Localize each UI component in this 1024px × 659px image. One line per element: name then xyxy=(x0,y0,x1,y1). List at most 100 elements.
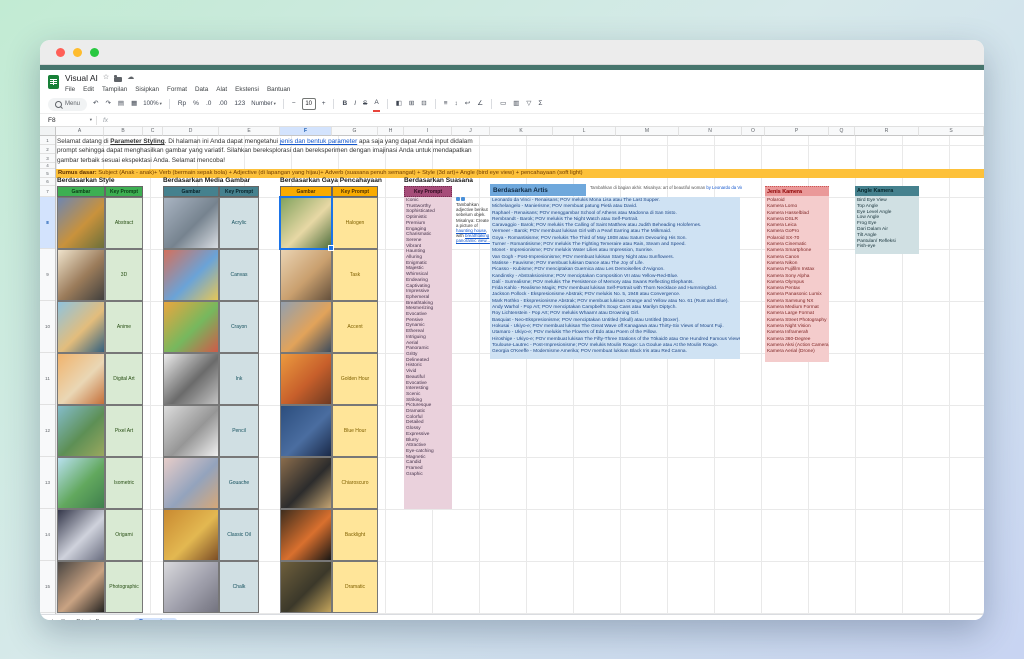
column-header[interactable]: D xyxy=(163,127,219,136)
thumbnail-image[interactable] xyxy=(57,301,105,353)
horizontal-align-icon[interactable]: ≡ xyxy=(443,97,449,111)
media-key-cell[interactable]: Canvas xyxy=(219,249,259,301)
document-title[interactable]: Visual AI xyxy=(65,73,98,83)
artis-note-link[interactable]: by Leonardo da Vinci xyxy=(706,185,742,190)
column-header[interactable]: Q xyxy=(829,127,855,136)
formula-input[interactable] xyxy=(114,114,984,126)
column-header[interactable]: H xyxy=(378,127,404,136)
sheet-tab-prinsip-bersama[interactable]: Prinsip Bersama▾ xyxy=(71,618,128,621)
jenis-kamera-header[interactable]: Jenis Kamera xyxy=(765,186,829,196)
media-key-cell[interactable]: Pencil xyxy=(219,405,259,457)
thumbnail-image[interactable] xyxy=(163,301,219,353)
style-keyprompt-header[interactable]: Key Prompt xyxy=(105,186,143,197)
italic-icon[interactable]: I xyxy=(353,97,357,111)
menu-item[interactable]: Sisipkan xyxy=(135,86,159,93)
thumbnail-image[interactable] xyxy=(57,353,105,405)
thumbnail-image[interactable] xyxy=(57,197,105,249)
functions-icon[interactable]: Σ xyxy=(537,97,543,111)
style-gambar-header[interactable]: Gambar xyxy=(57,186,105,197)
strikethrough-icon[interactable]: S xyxy=(362,97,368,111)
menu-item[interactable]: Format xyxy=(167,86,187,93)
thumbnail-image[interactable] xyxy=(280,353,332,405)
text-color-icon[interactable]: A xyxy=(373,96,379,112)
suasana-keyword-list[interactable]: IconicTrustworthySophisticatedOptimistic… xyxy=(404,197,452,509)
column-header[interactable]: M xyxy=(616,127,679,136)
media-key-cell[interactable]: Ink xyxy=(219,353,259,405)
thumbnail-image[interactable] xyxy=(57,457,105,509)
column-header[interactable]: C xyxy=(143,127,163,136)
bold-icon[interactable]: B xyxy=(341,97,348,111)
text-rotation-icon[interactable]: ∠ xyxy=(476,97,484,111)
print-icon[interactable]: ▤ xyxy=(117,97,125,111)
artis-list[interactable]: Leonardo da Vinci - Renaisans; POV meluk… xyxy=(490,197,740,359)
media-key-cell[interactable]: Classic Oil xyxy=(219,509,259,561)
close-window-button[interactable] xyxy=(56,48,65,57)
row-header[interactable]: 13 xyxy=(40,457,55,509)
style-key-cell[interactable]: Abstract xyxy=(105,197,143,249)
maximize-window-button[interactable] xyxy=(90,48,99,57)
pencahayaan-key-cell[interactable]: Task xyxy=(332,249,378,301)
menu-item[interactable]: Ekstensi xyxy=(235,86,259,93)
thumbnail-image[interactable] xyxy=(163,457,219,509)
menu-item[interactable]: Edit xyxy=(83,86,94,93)
thumbnail-image[interactable] xyxy=(280,405,332,457)
row-header[interactable]: 6 xyxy=(40,178,55,186)
vertical-align-icon[interactable]: ↕ xyxy=(454,97,459,111)
menu-item[interactable]: Alat xyxy=(216,86,227,93)
pencahayaan-key-cell[interactable]: Chiaroscuro xyxy=(332,457,378,509)
thumbnail-image[interactable] xyxy=(57,249,105,301)
text-wrap-icon[interactable]: ↩ xyxy=(464,97,471,111)
thumbnail-image[interactable] xyxy=(57,509,105,561)
jenis-kamera-list[interactable]: PolaroidKamera LomoKamera HasselbladKame… xyxy=(765,196,829,362)
select-all-corner[interactable] xyxy=(40,127,56,136)
style-key-cell[interactable]: Pixel Art xyxy=(105,405,143,457)
pencahayaan-key-cell[interactable]: Accent xyxy=(332,301,378,353)
column-header[interactable]: L xyxy=(553,127,616,136)
row-header[interactable]: 12 xyxy=(40,405,55,457)
media-keyprompt-header[interactable]: Key Prompt xyxy=(219,186,259,197)
increase-decimal-icon[interactable]: .00 xyxy=(217,97,228,111)
pencahayaan-keyprompt-header[interactable]: Key Prompt xyxy=(332,186,378,197)
move-to-folder-icon[interactable] xyxy=(114,77,122,82)
font-size-decrease-button[interactable]: − xyxy=(291,97,297,111)
column-header[interactable]: P xyxy=(765,127,829,136)
style-key-cell[interactable]: Photographic xyxy=(105,561,143,613)
column-header[interactable]: F xyxy=(280,127,332,136)
percent-format-icon[interactable]: % xyxy=(192,97,200,111)
star-icon[interactable]: ☆ xyxy=(103,74,109,82)
column-header[interactable]: E xyxy=(219,127,280,136)
row-header[interactable]: 5 xyxy=(40,169,55,178)
paint-format-icon[interactable]: ▦ xyxy=(130,97,138,111)
row-header[interactable]: 10 xyxy=(40,301,55,353)
thumbnail-image[interactable] xyxy=(163,197,219,249)
menu-item[interactable]: File xyxy=(65,86,75,93)
thumbnail-image[interactable] xyxy=(280,249,332,301)
thumbnail-image[interactable] xyxy=(280,457,332,509)
pencahayaan-key-cell[interactable]: Dramatic xyxy=(332,561,378,613)
sheets-logo-icon[interactable] xyxy=(48,75,59,89)
thumbnail-image[interactable] xyxy=(163,509,219,561)
column-header[interactable]: B xyxy=(104,127,143,136)
row-header[interactable]: 2 xyxy=(40,145,55,154)
pencahayaan-key-cell[interactable]: Golden Hour xyxy=(332,353,378,405)
thumbnail-image[interactable] xyxy=(57,561,105,613)
media-key-cell[interactable]: Acrylic xyxy=(219,197,259,249)
sheet-tab-parameter[interactable]: Parameter▾ xyxy=(134,618,177,621)
welcome-link[interactable]: jenis dan bentuk parameter xyxy=(280,138,357,145)
column-header[interactable]: S xyxy=(919,127,984,136)
row-header[interactable]: 3 xyxy=(40,154,55,163)
menu-item[interactable]: Bantuan xyxy=(267,86,290,93)
thumbnail-image[interactable] xyxy=(280,561,332,613)
spreadsheet-grid[interactable]: 123456789101112131415 Selamat datang di … xyxy=(40,136,984,614)
column-header[interactable]: O xyxy=(742,127,765,136)
column-header[interactable]: R xyxy=(855,127,919,136)
media-key-cell[interactable]: Crayon xyxy=(219,301,259,353)
thumbnail-image[interactable] xyxy=(163,561,219,613)
decrease-decimal-icon[interactable]: .0 xyxy=(205,97,212,111)
column-header[interactable]: I xyxy=(404,127,452,136)
comment-icon[interactable]: ▭ xyxy=(499,97,507,111)
thumbnail-image[interactable] xyxy=(163,353,219,405)
filter-icon[interactable]: ▽ xyxy=(525,97,532,111)
thumbnail-image[interactable] xyxy=(163,405,219,457)
style-key-cell[interactable]: Isometric xyxy=(105,457,143,509)
